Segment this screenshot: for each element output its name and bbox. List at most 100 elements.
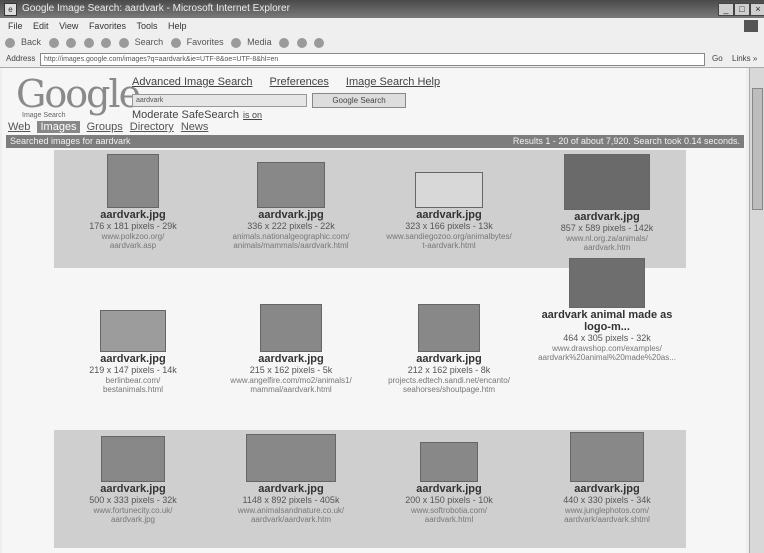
minimize-button[interactable]: _: [718, 3, 734, 16]
tab-news[interactable]: News: [181, 121, 209, 133]
result-url[interactable]: bestanimals.html: [54, 385, 212, 394]
menu-file[interactable]: File: [8, 21, 23, 31]
result-filename[interactable]: aardvark.jpg: [54, 209, 212, 221]
result-thumbnail[interactable]: [418, 304, 480, 352]
result-item[interactable]: aardvark.jpg 336 x 222 pixels - 22k anim…: [212, 150, 370, 268]
result-url[interactable]: animals/mammals/aardvark.html: [212, 241, 370, 250]
back-button[interactable]: Back: [21, 37, 41, 47]
tab-web[interactable]: Web: [8, 121, 30, 133]
result-url[interactable]: www.drawshop.com/examples/: [528, 344, 686, 353]
address-input[interactable]: http://images.google.com/images?q=aardva…: [40, 53, 705, 66]
result-url[interactable]: aardvark/aardvark.htm: [212, 515, 370, 524]
tab-directory[interactable]: Directory: [130, 121, 174, 133]
result-filename[interactable]: aardvark.jpg: [370, 353, 528, 365]
result-item[interactable]: aardvark.jpg 440 x 330 pixels - 34k www.…: [528, 430, 686, 548]
result-url[interactable]: aardvark.html: [370, 515, 528, 524]
mail-icon[interactable]: [296, 37, 307, 48]
result-url[interactable]: www.angelfire.com/mo2/animals1/: [212, 376, 370, 385]
result-item[interactable]: aardvark animal made as logo-m... 464 x …: [528, 254, 686, 394]
result-filename[interactable]: aardvark.jpg: [54, 353, 212, 365]
result-filename[interactable]: aardvark.jpg: [212, 483, 370, 495]
result-filename[interactable]: aardvark.jpg: [370, 209, 528, 221]
stop-icon[interactable]: [66, 37, 77, 48]
safesearch-state-link[interactable]: is on: [243, 110, 262, 120]
result-filename[interactable]: aardvark.jpg: [54, 483, 212, 495]
result-url[interactable]: www.junglephotos.com/: [528, 506, 686, 515]
result-url[interactable]: www.nl.org.za/animals/: [528, 234, 686, 243]
search-icon[interactable]: [118, 37, 129, 48]
tab-groups[interactable]: Groups: [87, 121, 123, 133]
advanced-image-search-link[interactable]: Advanced Image Search: [132, 76, 252, 88]
result-item[interactable]: aardvark.jpg 176 x 181 pixels - 29k www.…: [54, 150, 212, 268]
print-icon[interactable]: [314, 37, 325, 48]
result-url[interactable]: projects.edtech.sandi.net/encanto/: [370, 376, 528, 385]
scrollbar-thumb[interactable]: [752, 88, 763, 210]
result-url[interactable]: aardvark/aardvark.shtml: [528, 515, 686, 524]
result-filename[interactable]: aardvark.jpg: [528, 211, 686, 223]
result-thumbnail[interactable]: [564, 154, 650, 210]
media-toolbar-button[interactable]: Media: [247, 37, 272, 47]
result-item[interactable]: aardvark.jpg 857 x 589 pixels - 142k www…: [528, 150, 686, 268]
favorites-toolbar-button[interactable]: Favorites: [187, 37, 224, 47]
refresh-icon[interactable]: [83, 37, 94, 48]
result-url[interactable]: www.fortunecity.co.uk/: [54, 506, 212, 515]
image-search-help-link[interactable]: Image Search Help: [346, 76, 440, 88]
result-thumbnail[interactable]: [260, 304, 322, 352]
history-icon[interactable]: [279, 37, 290, 48]
result-filename[interactable]: aardvark.jpg: [212, 209, 370, 221]
result-thumbnail[interactable]: [101, 436, 165, 482]
result-thumbnail[interactable]: [107, 154, 159, 208]
google-logo[interactable]: Google Image Search: [16, 74, 141, 126]
media-icon[interactable]: [231, 37, 242, 48]
result-url[interactable]: mammal/aardvark.html: [212, 385, 370, 394]
result-item[interactable]: aardvark.jpg 212 x 162 pixels - 8k proje…: [370, 276, 528, 394]
result-thumbnail[interactable]: [246, 434, 336, 482]
menu-help[interactable]: Help: [168, 21, 187, 31]
maximize-button[interactable]: □: [734, 3, 750, 16]
go-button[interactable]: Go: [712, 51, 723, 67]
vertical-scrollbar[interactable]: [749, 68, 764, 553]
forward-icon[interactable]: [48, 37, 59, 48]
result-url[interactable]: animals.nationalgeographic.com/: [212, 232, 370, 241]
result-filename[interactable]: aardvark animal made as logo-m...: [528, 309, 686, 333]
result-url[interactable]: aardvark.jpg: [54, 515, 212, 524]
result-url[interactable]: aardvark.htm: [528, 243, 686, 252]
links-button[interactable]: Links »: [732, 51, 757, 67]
result-url[interactable]: t-aardvark.html: [370, 241, 528, 250]
result-thumbnail[interactable]: [570, 432, 644, 482]
result-url[interactable]: aardvark%20animal%20made%20as...: [528, 353, 686, 362]
result-item[interactable]: aardvark.jpg 1148 x 892 pixels - 405k ww…: [212, 430, 370, 548]
preferences-link[interactable]: Preferences: [270, 76, 329, 88]
search-toolbar-button[interactable]: Search: [135, 37, 164, 47]
menu-favorites[interactable]: Favorites: [89, 21, 126, 31]
result-url[interactable]: seahorses/shoutpage.htm: [370, 385, 528, 394]
result-item[interactable]: aardvark.jpg 215 x 162 pixels - 5k www.a…: [212, 276, 370, 394]
home-icon[interactable]: [101, 37, 112, 48]
result-item[interactable]: aardvark.jpg 323 x 166 pixels - 13k www.…: [370, 150, 528, 268]
menu-edit[interactable]: Edit: [33, 21, 49, 31]
search-input[interactable]: aardvark: [132, 94, 307, 107]
result-thumbnail[interactable]: [100, 310, 166, 352]
result-thumbnail[interactable]: [569, 258, 645, 308]
result-url[interactable]: www.softrobotia.com/: [370, 506, 528, 515]
result-item[interactable]: aardvark.jpg 500 x 333 pixels - 32k www.…: [54, 430, 212, 548]
tab-images[interactable]: Images: [37, 121, 80, 133]
result-url[interactable]: www.sandiegozoo.org/animalbytes/: [370, 232, 528, 241]
result-url[interactable]: www.animalsandnature.co.uk/: [212, 506, 370, 515]
close-button[interactable]: ×: [750, 3, 764, 16]
result-filename[interactable]: aardvark.jpg: [528, 483, 686, 495]
favorites-icon[interactable]: [170, 37, 181, 48]
result-url[interactable]: aardvark.asp: [54, 241, 212, 250]
result-filename[interactable]: aardvark.jpg: [212, 353, 370, 365]
result-url[interactable]: berlinbear.com/: [54, 376, 212, 385]
result-thumbnail[interactable]: [415, 172, 483, 208]
result-thumbnail[interactable]: [257, 162, 325, 208]
back-icon[interactable]: [5, 37, 15, 48]
result-item[interactable]: aardvark.jpg 219 x 147 pixels - 14k berl…: [54, 276, 212, 394]
menu-view[interactable]: View: [59, 21, 78, 31]
menu-tools[interactable]: Tools: [136, 21, 157, 31]
result-item[interactable]: aardvark.jpg 200 x 150 pixels - 10k www.…: [370, 430, 528, 548]
result-url[interactable]: www.polkzoo.org/: [54, 232, 212, 241]
result-thumbnail[interactable]: [420, 442, 478, 482]
result-filename[interactable]: aardvark.jpg: [370, 483, 528, 495]
